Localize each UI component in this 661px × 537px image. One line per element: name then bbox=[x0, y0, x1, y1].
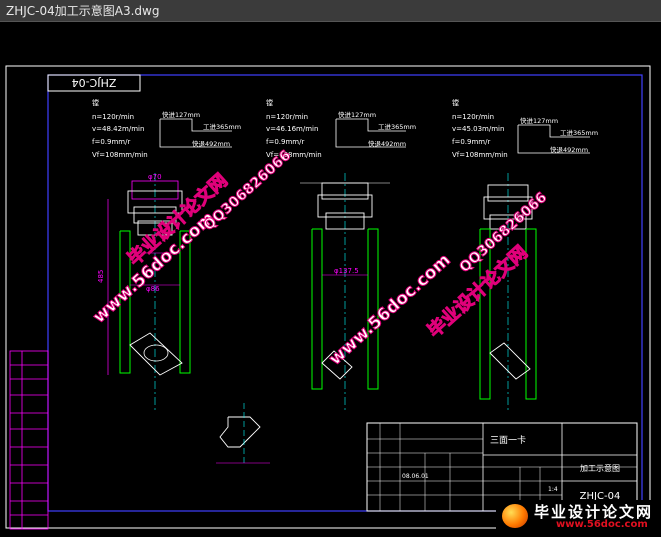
window-title: ZHJC-04加工示意图A3.dwg bbox=[6, 4, 160, 18]
step3-fast-in: 快进127mm bbox=[520, 116, 558, 125]
title-block-date: 08.06.01 bbox=[402, 473, 429, 480]
step3-header: 镗 n=120r/min v=45.03m/min f=0.9mm/r Vf=1… bbox=[452, 98, 598, 159]
step2-param-n: n=120r/min bbox=[266, 113, 308, 121]
step1-param-f: f=0.9mm/r bbox=[92, 138, 130, 146]
site-logo: 毕业设计论文网 www.56doc.com bbox=[496, 500, 661, 533]
part2-drawing: φ137.5 bbox=[300, 173, 390, 413]
cad-drawing: ZHJC-04 镗 n=120r/min v=48.42m/min f=0.9m… bbox=[5, 65, 651, 530]
step3-param-f: f=0.9mm/r bbox=[452, 138, 490, 146]
step2-param-f: f=0.9mm/r bbox=[266, 138, 304, 146]
step1-param-n: n=120r/min bbox=[92, 113, 134, 121]
step1-header: 镗 n=120r/min v=48.42m/min f=0.9mm/r Vf=1… bbox=[92, 98, 241, 159]
title-block-station: 三面一卡 bbox=[490, 434, 526, 446]
step2-heading: 镗 bbox=[266, 98, 273, 107]
drawing-canvas[interactable]: ZHJC-04 镗 n=120r/min v=48.42m/min f=0.9m… bbox=[0, 23, 661, 533]
step1-param-v: v=48.42m/min bbox=[92, 125, 144, 133]
step3-param-vf: Vf=108mm/min bbox=[452, 151, 508, 159]
step2-header: 镗 n=120r/min v=46.16m/min f=0.9mm/r Vf=1… bbox=[266, 98, 416, 159]
part1-dia-top: φ70 bbox=[148, 173, 162, 181]
part1-length: 485 bbox=[97, 270, 105, 283]
step1-fast-in: 快进127mm bbox=[162, 110, 200, 119]
step2-param-v: v=46.16m/min bbox=[266, 125, 318, 133]
outer-frame bbox=[5, 65, 651, 529]
step1-work: 工进365mm bbox=[203, 123, 241, 131]
step2-fast-in: 快进127mm bbox=[338, 110, 376, 119]
revision-strip bbox=[9, 350, 49, 530]
logo-url: www.56doc.com bbox=[556, 519, 648, 530]
title-block-drawing-name: 加工示意图 bbox=[580, 463, 620, 473]
step1-param-vf: Vf=108mm/min bbox=[92, 151, 148, 159]
step3-work: 工进365mm bbox=[560, 129, 598, 137]
border-label: ZHJC-04 bbox=[72, 76, 117, 89]
window-title-bar: ZHJC-04加工示意图A3.dwg bbox=[0, 0, 661, 22]
title-block-scale: 1:4 bbox=[548, 486, 558, 493]
detail-view bbox=[216, 403, 270, 464]
logo-globe-icon bbox=[502, 504, 528, 528]
step3-heading: 镗 bbox=[452, 98, 459, 107]
title-block: 三面一卡 加工示意图 ZHJC-04 1:4 08.06.01 bbox=[366, 422, 638, 512]
step1-heading: 镗 bbox=[92, 98, 99, 107]
step2-work: 工进365mm bbox=[378, 123, 416, 131]
step3-param-v: v=45.03m/min bbox=[452, 125, 504, 133]
step3-param-n: n=120r/min bbox=[452, 113, 494, 121]
part2-dia: φ137.5 bbox=[334, 267, 359, 275]
